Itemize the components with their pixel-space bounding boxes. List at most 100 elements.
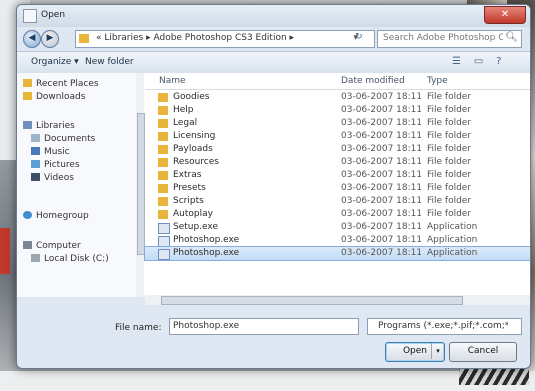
file-date: 03-06-2007 18:11	[341, 248, 421, 258]
file-name: Help	[173, 105, 194, 115]
file-name: Presets	[173, 183, 206, 193]
file-list: Name Date modified Type Goodies 03-06-200…	[144, 73, 530, 297]
folder-icon	[79, 34, 89, 43]
scrollbar-thumb[interactable]	[161, 296, 463, 305]
refresh-button[interactable]: ↻	[355, 32, 363, 42]
view-options-icon[interactable]: ☰	[452, 56, 461, 67]
file-row[interactable]: Presets 03-06-2007 18:11 File folder	[145, 182, 530, 195]
scrollbar-thumb[interactable]	[137, 113, 145, 255]
file-type: File folder	[427, 131, 472, 141]
file-row[interactable]: Licensing 03-06-2007 18:11 File folder	[145, 130, 530, 143]
sidebar-item-label: Pictures	[44, 160, 80, 170]
sidebar-item-homegroup[interactable]: Homegroup	[23, 211, 89, 223]
file-row[interactable]: Help 03-06-2007 18:11 File folder	[145, 104, 530, 117]
column-header-date[interactable]: Date modified	[341, 76, 405, 86]
sidebar-item-libraries[interactable]: Libraries	[23, 121, 75, 133]
sidebar-item-music[interactable]: Music	[31, 147, 70, 159]
pictures-icon	[31, 160, 40, 168]
cancel-button[interactable]: Cancel	[449, 342, 517, 362]
file-name: Licensing	[173, 131, 216, 141]
file-row[interactable]: Legal 03-06-2007 18:11 File folder	[145, 117, 530, 130]
file-date: 03-06-2007 18:11	[341, 105, 421, 115]
folder-icon	[158, 119, 168, 128]
sidebar-item-label: Downloads	[36, 92, 86, 102]
file-row[interactable]: Resources 03-06-2007 18:11 File folder	[145, 156, 530, 169]
help-icon[interactable]: ?	[496, 56, 501, 67]
file-row[interactable]: Extras 03-06-2007 18:11 File folder	[145, 169, 530, 182]
file-date: 03-06-2007 18:11	[341, 131, 421, 141]
sidebar-item-computer[interactable]: Computer	[23, 241, 81, 253]
navigation-row: ◀ ▶ « Libraries ▸ Adobe Photoshop CS3 Ed…	[17, 27, 530, 51]
sidebar-item-label: Documents	[44, 134, 96, 144]
close-button[interactable]: ✕	[484, 6, 526, 24]
address-bar[interactable]: « Libraries ▸ Adobe Photoshop CS3 Editio…	[75, 30, 375, 48]
file-date: 03-06-2007 18:11	[341, 92, 421, 102]
documents-icon	[31, 134, 40, 142]
open-button[interactable]: Open ▾	[385, 342, 445, 362]
desktop-red-element	[0, 228, 10, 274]
search-icon[interactable]: 🔍︎	[505, 32, 518, 43]
file-type: File folder	[427, 92, 472, 102]
application-icon	[158, 236, 170, 247]
chevron-down-icon[interactable]: ▾	[431, 343, 444, 359]
file-name: Extras	[173, 170, 202, 180]
file-name: Photoshop.exe	[173, 248, 240, 258]
file-type-filter[interactable]: Programs (*.exe;*.pif;*.com;*.bat)	[367, 318, 522, 335]
file-type: File folder	[427, 118, 472, 128]
filename-value[interactable]: Photoshop.exe	[173, 321, 239, 331]
sidebar-item-videos[interactable]: Videos	[31, 173, 74, 185]
folder-icon	[158, 145, 168, 154]
sidebar-item-pictures[interactable]: Pictures	[31, 160, 80, 172]
folder-icon	[158, 210, 168, 219]
new-folder-button[interactable]: New folder	[85, 57, 134, 67]
file-list-header: Name Date modified Type	[145, 73, 530, 90]
folder-icon	[158, 93, 168, 102]
navigation-scrollbar[interactable]	[136, 73, 145, 297]
filename-field[interactable]: Photoshop.exe	[169, 318, 359, 335]
sidebar-item-downloads[interactable]: Downloads	[23, 92, 85, 104]
open-file-dialog: Open ✕ ◀ ▶ « Libraries ▸ Adobe Photoshop…	[16, 4, 531, 369]
column-header-name[interactable]: Name	[159, 76, 186, 86]
file-row[interactable]: Setup.exe 03-06-2007 18:11 Application	[145, 221, 530, 234]
address-path[interactable]: « Libraries ▸ Adobe Photoshop CS3 Editio…	[96, 33, 294, 43]
file-date: 03-06-2007 18:11	[341, 170, 421, 180]
file-date: 03-06-2007 18:11	[341, 144, 421, 154]
back-button[interactable]: ◀	[23, 30, 41, 48]
title-bar: Open ✕	[17, 5, 530, 27]
file-row[interactable]: Autoplay 03-06-2007 18:11 File folder	[145, 208, 530, 221]
file-type-value[interactable]: Programs (*.exe;*.pif;*.com;*.bat)	[378, 321, 508, 331]
file-type: File folder	[427, 209, 472, 219]
file-row[interactable]: Photoshop.exe 03-06-2007 18:11 Application	[144, 246, 530, 261]
forward-button[interactable]: ▶	[41, 30, 59, 48]
folder-icon	[23, 92, 32, 100]
sidebar-item-label: Libraries	[36, 121, 75, 131]
file-row[interactable]: Payloads 03-06-2007 18:11 File folder	[145, 143, 530, 156]
desktop-bottom-bar	[0, 371, 535, 391]
file-row[interactable]: Scripts 03-06-2007 18:11 File folder	[145, 195, 530, 208]
search-input[interactable]: Search Adobe Photoshop CS3 Edi...	[383, 33, 503, 43]
sidebar-item-local-disk[interactable]: Local Disk (C:)	[31, 254, 109, 266]
search-box[interactable]: Search Adobe Photoshop CS3 Edi... 🔍︎	[377, 30, 522, 48]
file-type: Application	[427, 222, 478, 232]
dialog-title: Open	[41, 10, 66, 20]
file-row[interactable]: Photoshop.exe 03-06-2007 18:11 Application	[145, 234, 530, 247]
preview-pane-icon[interactable]: ▭	[474, 56, 483, 67]
sidebar-item-documents[interactable]: Documents	[31, 134, 95, 146]
file-name: Goodies	[173, 92, 210, 102]
file-date: 03-06-2007 18:11	[341, 222, 421, 232]
videos-icon	[31, 173, 40, 181]
column-header-type[interactable]: Type	[427, 76, 448, 86]
file-name: Photoshop.exe	[173, 235, 240, 245]
app-icon	[23, 9, 37, 23]
folder-icon	[158, 171, 168, 180]
file-date: 03-06-2007 18:11	[341, 209, 421, 219]
folder-icon	[158, 184, 168, 193]
sidebar-item-recent-places[interactable]: Recent Places	[23, 79, 99, 91]
organize-button[interactable]: Organize ▾	[31, 57, 79, 67]
file-row[interactable]: Goodies 03-06-2007 18:11 File folder	[145, 91, 530, 104]
folder-icon	[158, 197, 168, 206]
file-name: Autoplay	[173, 209, 213, 219]
file-list-hscrollbar[interactable]	[145, 295, 530, 305]
navigation-pane: Recent Places Downloads Libraries Docume…	[17, 73, 138, 297]
file-type: File folder	[427, 144, 472, 154]
